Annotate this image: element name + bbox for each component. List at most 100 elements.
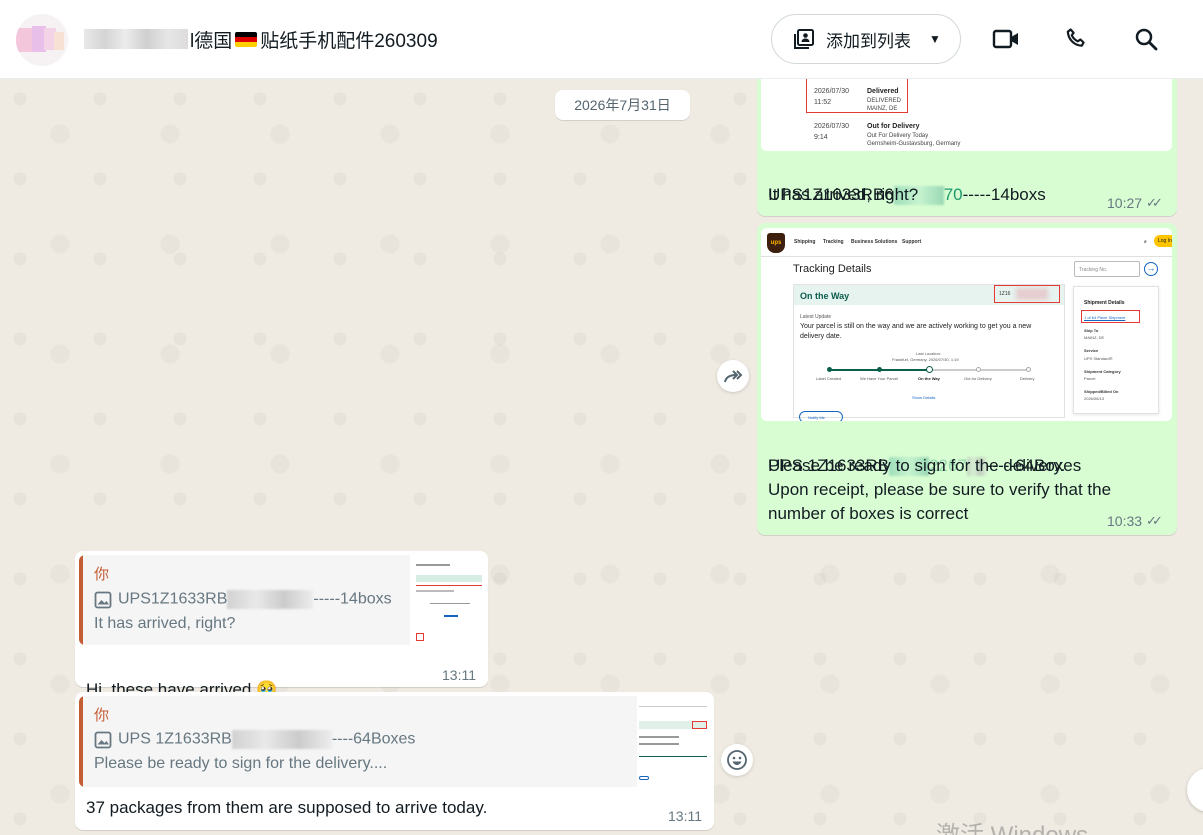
detail-value: MAINZ, DE [1084, 335, 1105, 340]
add-to-list-label: 添加到列表 [826, 31, 911, 51]
row-time: 9:14 [814, 134, 828, 141]
chevron-down-icon: ▼ [929, 32, 941, 46]
row-time: 11:52 [814, 99, 831, 106]
quote-text-suffix: -----14boxs [313, 590, 392, 608]
video-call-icon[interactable] [989, 22, 1023, 56]
quote-line: Please be ready to sign for the delivery… [94, 755, 388, 772]
detail-label: Shipped/Billed On [1084, 389, 1119, 394]
ups-logo: ups [767, 233, 785, 253]
message-text: Upon receipt, please be sure to verify t… [768, 480, 1112, 499]
shipment-details-title: Shipment Details [1084, 300, 1125, 306]
date-separator: 2026年7月31日 [555, 90, 690, 120]
row-status: Delivered [867, 88, 899, 95]
chat-header: l德国 贴纸手机配件260309 添加到列表 ▼ [0, 0, 1203, 79]
quote-text: UPS 1Z1633RB ----64Boxes [118, 730, 415, 749]
quote-accent-bar [79, 696, 83, 787]
windows-activation-watermark: 激活 Windows [936, 815, 1088, 835]
quote-author: 你 [94, 707, 110, 724]
step-label: Label Created [816, 376, 842, 381]
message-text: 37 packages from them are supposed to ar… [86, 798, 488, 817]
quote-author: 你 [94, 566, 110, 583]
read-receipt-icon: ✓✓ [1146, 513, 1163, 528]
nav-item: Shipping [794, 239, 816, 245]
progress-step [877, 367, 882, 372]
detail-value: UPS Standard® [1084, 356, 1113, 361]
message-meta: 13:11 [668, 808, 702, 824]
show-details-link: Show Details [912, 395, 936, 400]
quote-text-prefix: UPS 1Z1633RB [118, 730, 232, 748]
detail-value: 2026/06/13 [1084, 396, 1105, 401]
login-button: Log In [1154, 235, 1172, 247]
detail-label: Shipment Category [1084, 369, 1121, 374]
quote-line: UPS1Z1633RB -----14boxs [94, 590, 392, 609]
latest-update-label: Latest Update [800, 314, 832, 320]
read-receipt-icon: ✓✓ [1146, 195, 1163, 210]
search-icon: ⌕ [1144, 239, 1147, 245]
add-to-list-button[interactable]: 添加到列表 ▼ [771, 14, 961, 64]
detail-label: Service [1084, 348, 1099, 353]
chat-area[interactable]: 2026年7月31日 2026/07/30 11:52 Delivered DE… [0, 79, 1203, 835]
message-meta: 13:11 [442, 667, 476, 683]
quote-text: UPS1Z1633RB -----14boxs [118, 590, 392, 609]
tracking-no: 1Z16 [999, 291, 1011, 297]
row-date: 2026/07/30 [814, 123, 850, 130]
message-meta: 10:33 ✓✓ [1107, 513, 1163, 529]
update-text: Your parcel is still on the way and we a… [800, 323, 1032, 340]
step-label: We Have Your Parcel [860, 376, 898, 381]
avatar[interactable] [16, 14, 68, 66]
message-time: 10:33 [1107, 513, 1143, 529]
chat-title-part2: 贴纸手机配件260309 [260, 30, 438, 52]
quote-thumbnail-image [637, 696, 710, 787]
progress-step-current [926, 366, 933, 373]
divider [761, 256, 1172, 257]
quote-text-prefix: UPS1Z1633RB [118, 590, 228, 608]
redacted-tracking [1016, 288, 1048, 300]
message-meta: 10:27 ✓✓ [1107, 195, 1163, 211]
quote-thumbnail-image [410, 555, 484, 645]
progress-step [827, 367, 832, 372]
quote-accent-bar [79, 555, 83, 645]
message-text: number of boxes is correct [768, 504, 969, 523]
redacted-name [84, 29, 188, 49]
row-status: Out for Delivery [867, 123, 920, 130]
message-time: 10:27 [1107, 195, 1143, 211]
quoted-message[interactable]: 你 UPS1Z1633RB -----14boxs It has arrived,… [79, 555, 484, 645]
nav-item: Tracking [823, 239, 844, 245]
nav-item: Business Solutions [851, 239, 898, 245]
tracking-screenshot-image[interactable]: 2026/07/30 11:52 Delivered DELIVERED MAI… [761, 79, 1172, 151]
last-location-detail: Frankfurt, Germany, 2026/07/30, 1:19 [892, 357, 959, 362]
forward-icon[interactable] [717, 360, 749, 392]
message-time: 13:11 [668, 808, 702, 824]
quote-line: UPS 1Z1633RB ----64Boxes [94, 730, 415, 749]
image-icon [94, 591, 112, 608]
step-label: Delivery [1020, 376, 1035, 381]
arrow-right-icon: → [1144, 262, 1158, 276]
tracking-details-heading: Tracking Details [793, 263, 872, 275]
contact-list-icon [794, 29, 814, 49]
redacted-tracking [231, 730, 332, 749]
search-icon[interactable] [1129, 22, 1163, 56]
last-location-label: Last Location: [916, 351, 941, 356]
ups-tracking-screenshot-image[interactable]: ups Shipping Tracking Business Solutions… [761, 228, 1172, 421]
tracking-input: Tracking No. [1074, 261, 1140, 277]
detail-value: Parcel [1084, 376, 1096, 381]
quote-text-suffix: ----64Boxes [331, 730, 416, 748]
row-detail: Gernsheim-Gustavsburg, Germany [867, 141, 961, 147]
row-detail: MAINZ, DE [867, 106, 898, 112]
redacted-tracking [227, 590, 314, 609]
step-label: On the Way [918, 376, 940, 381]
detail-label: Ship To [1084, 328, 1099, 333]
chat-title[interactable]: l德国 贴纸手机配件260309 [84, 26, 438, 52]
step-label: Out for Delivery [964, 376, 992, 381]
tracking-visible-digits: 70 [943, 185, 963, 204]
piece-shipment-link: 1 of 64 Piece Shipment [1084, 315, 1126, 320]
emoji-reaction-icon[interactable] [721, 744, 753, 776]
message-text: Please be ready to sign for the delivery… [768, 456, 1066, 475]
message-time: 13:11 [442, 667, 476, 683]
tracking-suffix: -----14boxs [962, 185, 1046, 204]
progress-step [1026, 367, 1031, 372]
voice-call-icon[interactable] [1059, 22, 1093, 56]
quoted-message[interactable]: 你 UPS 1Z1633RB ----64Boxes Please be read… [79, 696, 710, 787]
message-text: It has arrived, right? [768, 185, 919, 204]
row-date: 2026/07/30 [814, 88, 850, 95]
